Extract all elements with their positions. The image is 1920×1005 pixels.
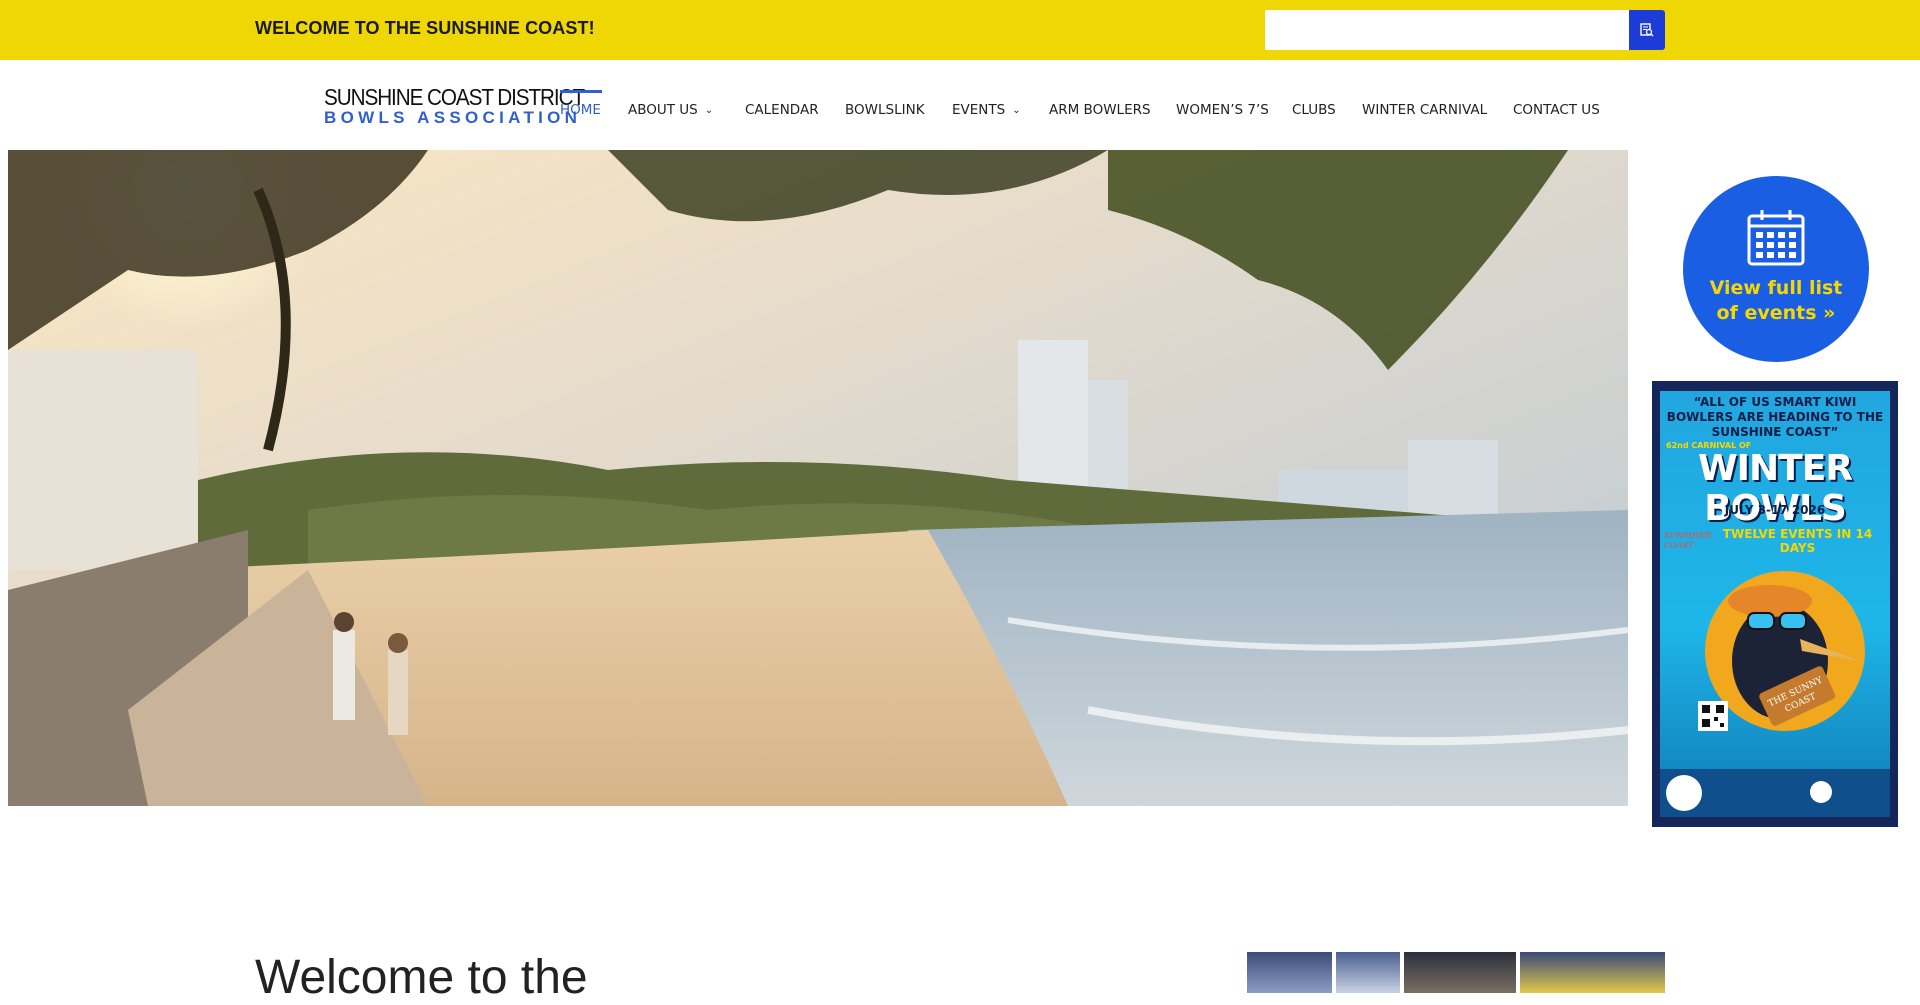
poster-side-text: SUNSHINE COAST <box>1664 531 1712 550</box>
photo-thumbnail[interactable] <box>1336 952 1400 993</box>
poster-artwork: “ALL OF US SMART KIWI BOWLERS ARE HEADIN… <box>1660 391 1890 817</box>
nav-label: CLUBS <box>1292 102 1336 118</box>
nav-item-contact-us[interactable]: CONTACT US <box>1513 90 1600 130</box>
nav-label: EVENTS <box>952 102 1006 118</box>
nav-item-clubs[interactable]: CLUBS <box>1292 90 1336 130</box>
search-button[interactable] <box>1629 10 1665 50</box>
calendar-icon <box>1747 210 1805 266</box>
nav-label: CONTACT US <box>1513 102 1600 118</box>
view-events-label: View full list of events » <box>1709 277 1843 324</box>
main-nav: HOME ABOUT US ⌄ CALENDAR BOWLSLINK EVENTS… <box>0 90 1920 130</box>
nav-item-bowlslink[interactable]: BOWLSLINK <box>845 90 925 130</box>
chevron-down-icon: ⌄ <box>704 105 714 116</box>
search-input[interactable] <box>1265 10 1630 50</box>
kiwi-mascot-illustration: THE SUNNY COAST <box>1698 571 1865 731</box>
welcome-heading: Welcome to the <box>255 951 588 1004</box>
nav-label: WOMEN’S 7’S <box>1176 102 1269 118</box>
photo-thumbnail[interactable] <box>1520 952 1665 993</box>
chevron-down-icon: ⌄ <box>1012 105 1021 116</box>
nav-item-events[interactable]: EVENTS ⌄ <box>952 90 1021 130</box>
photo-strip <box>1247 952 1665 993</box>
poster-dates: JULY 3-17 2026 <box>1724 503 1826 517</box>
nav-label: BOWLSLINK <box>845 102 925 118</box>
poster-quote: “ALL OF US SMART KIWI BOWLERS ARE HEADIN… <box>1666 395 1884 439</box>
hero-beach-image <box>8 150 1628 806</box>
nav-label: HOME <box>560 102 601 118</box>
nav-label: CALENDAR <box>745 102 819 118</box>
search-icon <box>1640 23 1654 37</box>
poster-sponsor-strip <box>1660 769 1890 817</box>
nav-item-winter-carnival[interactable]: WINTER CARNIVAL <box>1362 90 1487 130</box>
nav-item-womens-7s[interactable]: WOMEN’S 7’S <box>1176 90 1269 130</box>
hero-illustration <box>8 150 1628 806</box>
nav-label: ARM BOWLERS <box>1049 102 1151 118</box>
welcome-banner-text: WELCOME TO THE SUNSHINE COAST! <box>255 18 595 38</box>
poster-title: WINTER BOWLS <box>1697 448 1853 529</box>
top-bar: WELCOME TO THE SUNSHINE COAST! <box>0 0 1920 60</box>
nav-item-home[interactable]: HOME <box>560 90 601 130</box>
nav-item-arm-bowlers[interactable]: ARM BOWLERS <box>1049 90 1151 130</box>
photo-thumbnail[interactable] <box>1404 952 1516 993</box>
nav-item-about-us[interactable]: ABOUT US ⌄ <box>628 90 713 130</box>
view-events-button[interactable]: View full list of events » <box>1683 176 1869 362</box>
winter-bowls-poster[interactable]: “ALL OF US SMART KIWI BOWLERS ARE HEADIN… <box>1652 381 1898 827</box>
nav-label: ABOUT US <box>628 102 698 118</box>
photo-thumbnail[interactable] <box>1247 952 1332 993</box>
nav-label: WINTER CARNIVAL <box>1362 102 1488 118</box>
nav-item-calendar[interactable]: CALENDAR <box>745 90 819 130</box>
